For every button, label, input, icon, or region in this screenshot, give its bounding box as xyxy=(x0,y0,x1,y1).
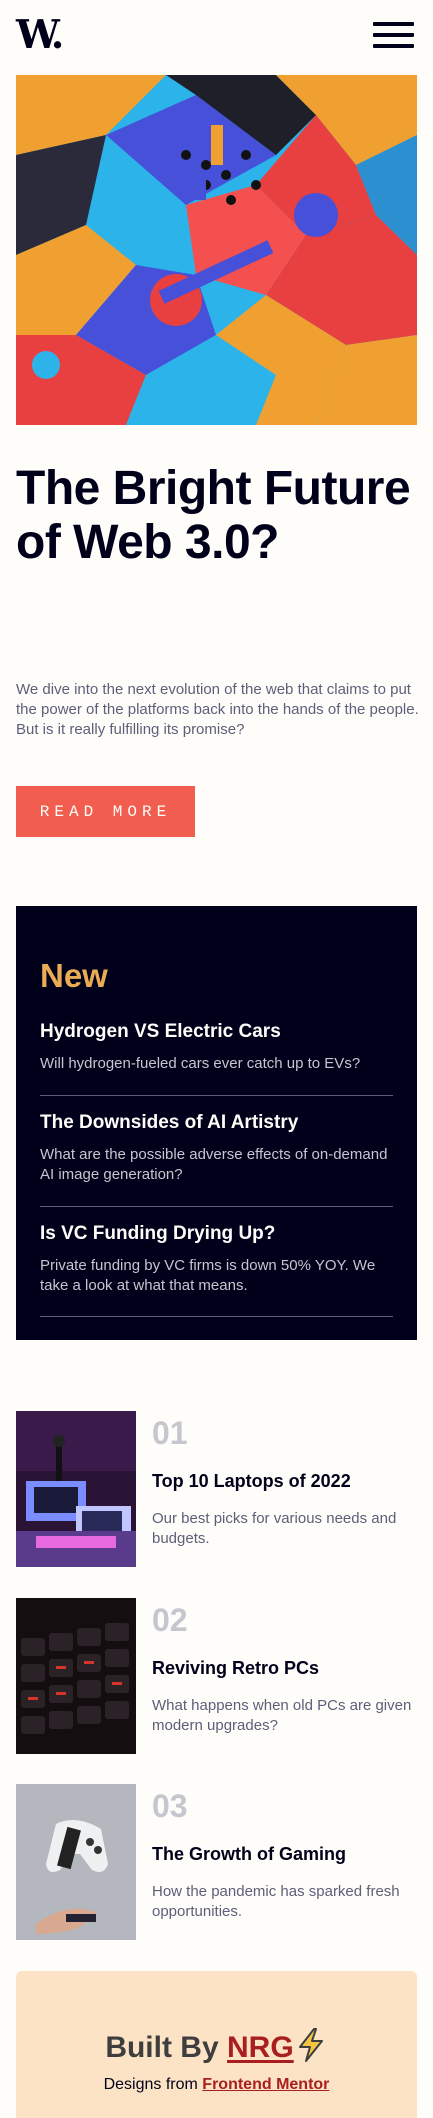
frontend-mentor-link[interactable]: Frontend Mentor xyxy=(202,2076,329,2093)
rank-title[interactable]: Top 10 Laptops of 2022 xyxy=(152,1471,351,1492)
lightning-bolt-icon xyxy=(298,2028,323,2062)
footer-title: Built By NRG xyxy=(16,2027,417,2065)
laptops-thumbnail[interactable] xyxy=(16,1411,136,1567)
divider xyxy=(40,1206,393,1207)
ranked-article[interactable]: 02 Reviving Retro PCs What happens when … xyxy=(16,1598,417,1754)
footer-credit: Designs from Frontend Mentor xyxy=(16,2076,417,2094)
hamburger-menu-icon-bar-middle xyxy=(373,33,414,37)
new-item[interactable]: Hydrogen VS Electric Cars Will hydrogen-… xyxy=(40,1020,393,1074)
hamburger-menu-icon-bar-bottom xyxy=(373,44,414,48)
new-item-description: What are the possible adverse effects of… xyxy=(40,1146,388,1183)
retro-pcs-thumbnail[interactable] xyxy=(16,1598,136,1754)
built-by-prefix: Built By xyxy=(105,2031,219,2064)
rank-title[interactable]: Reviving Retro PCs xyxy=(152,1658,319,1679)
page: W. The Bright Future of Web 3.0? We dive… xyxy=(0,0,433,2118)
new-item-title[interactable]: Hydrogen VS Electric Cars xyxy=(40,1020,393,1044)
ranked-article[interactable]: 03 The Growth of Gaming How the pandemic… xyxy=(16,1784,417,1940)
hero-title: The Bright Future of Web 3.0? xyxy=(16,462,411,569)
hero-image xyxy=(16,75,417,425)
rank-description: Our best picks for various needs and bud… xyxy=(152,1510,397,1547)
rank-title[interactable]: The Growth of Gaming xyxy=(152,1844,346,1865)
divider xyxy=(40,1316,393,1317)
built-by-name-link[interactable]: NRG xyxy=(227,2031,294,2064)
new-heading: New xyxy=(40,957,108,994)
credit-prefix: Designs from xyxy=(103,2076,198,2093)
rank-number: 02 xyxy=(152,1602,188,1638)
new-item[interactable]: Is VC Funding Drying Up? Private funding… xyxy=(40,1222,393,1296)
site-logo[interactable]: W. xyxy=(16,14,70,56)
hamburger-menu-icon-bar-top xyxy=(373,22,414,26)
rank-number: 01 xyxy=(152,1415,188,1451)
new-item-title[interactable]: Is VC Funding Drying Up? xyxy=(40,1222,393,1246)
new-item-description: Will hydrogen-fueled cars ever catch up … xyxy=(40,1055,361,1072)
hero-description: We dive into the next evolution of the w… xyxy=(16,681,419,738)
new-item-title[interactable]: The Downsides of AI Artistry xyxy=(40,1111,393,1135)
new-articles-panel: New Hydrogen VS Electric Cars Will hydro… xyxy=(16,906,417,1340)
new-item[interactable]: The Downsides of AI Artistry What are th… xyxy=(40,1111,393,1185)
rank-description: What happens when old PCs are given mode… xyxy=(152,1697,412,1734)
hamburger-menu-button[interactable] xyxy=(373,22,415,50)
rank-number: 03 xyxy=(152,1788,188,1824)
read-more-button[interactable]: READ MORE xyxy=(16,786,195,837)
ranked-article[interactable]: 01 Top 10 Laptops of 2022 Our best picks… xyxy=(16,1411,417,1567)
footer-attribution: Built By NRG Designs from Frontend Mento… xyxy=(16,1971,417,2118)
gaming-thumbnail[interactable] xyxy=(16,1784,136,1940)
rank-description: How the pandemic has sparked fresh oppor… xyxy=(152,1883,400,1920)
new-item-description: Private funding by VC firms is down 50% … xyxy=(40,1257,376,1294)
divider xyxy=(40,1095,393,1096)
